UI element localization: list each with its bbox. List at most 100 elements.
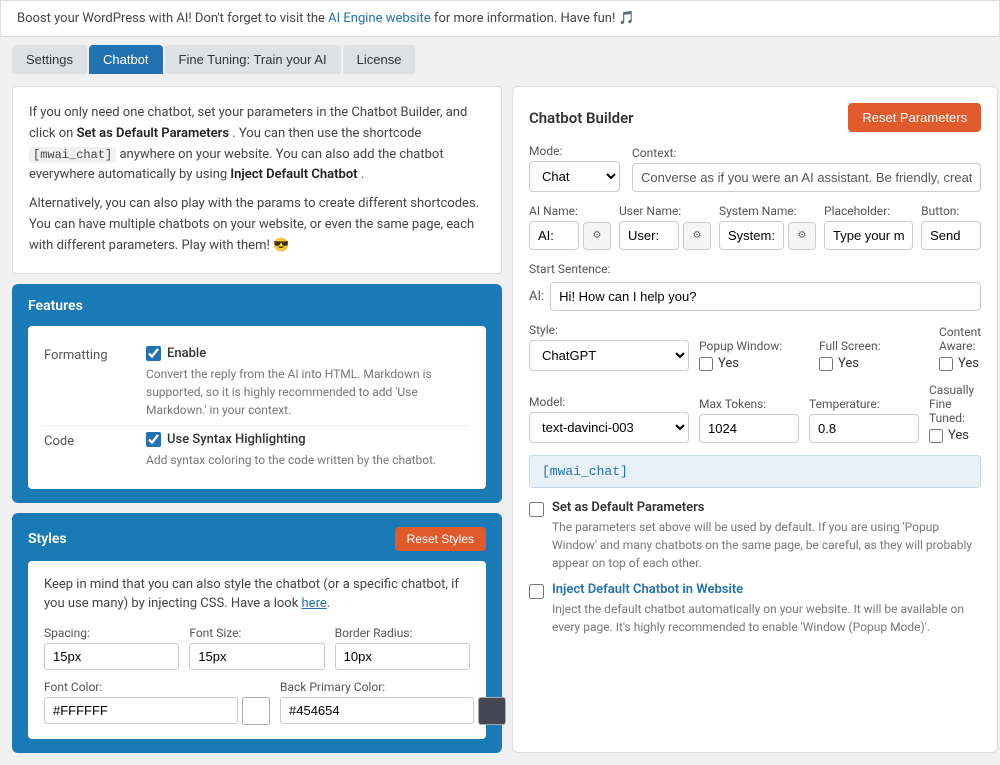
- tab-settings[interactable]: Settings: [12, 45, 87, 74]
- chatbot-builder-header: Chatbot Builder Reset Parameters: [529, 103, 981, 132]
- border-radius-input[interactable]: [335, 643, 470, 670]
- popup-window-row: Yes: [699, 356, 809, 371]
- back-primary-swatch[interactable]: [478, 697, 506, 725]
- placeholder-input[interactable]: [824, 221, 913, 250]
- content-aware-group: Content Aware: Yes: [939, 325, 981, 371]
- model-label: Model:: [529, 395, 689, 409]
- font-color-label: Font Color:: [44, 680, 270, 694]
- default-params-content: Set as Default Parameters The parameters…: [552, 500, 981, 572]
- banner-link[interactable]: AI Engine website: [328, 11, 431, 26]
- styles-inner: Keep in mind that you can also style the…: [28, 561, 486, 739]
- tab-license[interactable]: License: [343, 45, 416, 74]
- font-size-input[interactable]: [189, 643, 324, 670]
- model-select-wrapper: text-davinci-003: [529, 412, 689, 443]
- start-sentence-label: Start Sentence:: [529, 262, 981, 276]
- content-aware-label: Content Aware:: [939, 325, 981, 353]
- casually-fine-tuned-group: Casually Fine Tuned: Yes: [929, 383, 981, 443]
- ai-name-icon[interactable]: ⚙: [583, 222, 611, 250]
- context-group: Context:: [632, 146, 981, 192]
- code-checkbox[interactable]: [146, 432, 161, 447]
- code-row: Code Use Syntax Highlighting Add syntax …: [44, 426, 470, 475]
- tab-fine-tuning[interactable]: Fine Tuning: Train your AI: [165, 45, 341, 74]
- popup-window-checkbox[interactable]: [699, 357, 713, 371]
- inject-checkbox[interactable]: [529, 584, 544, 599]
- styles-link[interactable]: here: [302, 596, 327, 611]
- ai-name-label: AI Name:: [529, 204, 611, 218]
- info-text4: .: [361, 167, 364, 182]
- placeholder-group: Placeholder:: [824, 204, 913, 250]
- user-name-input[interactable]: [619, 221, 679, 250]
- casually-fine-tuned-row: Yes: [929, 428, 981, 443]
- back-primary-input[interactable]: [280, 697, 474, 724]
- shortcode-bar: [mwai_chat]: [529, 455, 981, 488]
- model-select[interactable]: text-davinci-003: [530, 413, 688, 442]
- font-color-input[interactable]: [44, 697, 238, 724]
- back-primary-label: Back Primary Color:: [280, 680, 506, 694]
- formatting-content: Enable Convert the reply from the AI int…: [146, 346, 470, 419]
- formatting-desc: Convert the reply from the AI into HTML.…: [146, 365, 470, 419]
- styles-grid: Spacing: Font Size: Border Radius:: [44, 626, 470, 670]
- banner-text2: for more information. Have fun! 🎵: [434, 11, 635, 26]
- button-input[interactable]: [921, 221, 981, 250]
- reset-params-button[interactable]: Reset Parameters: [848, 103, 981, 132]
- max-tokens-input[interactable]: [699, 414, 799, 443]
- placeholder-label: Placeholder:: [824, 204, 913, 218]
- info-code1: [mwai_chat]: [29, 147, 116, 163]
- temperature-label: Temperature:: [809, 397, 919, 411]
- font-size-label: Font Size:: [189, 626, 324, 640]
- style-select[interactable]: ChatGPT: [530, 341, 688, 370]
- inject-label: Inject Default Chatbot in Website: [552, 582, 981, 597]
- font-color-swatch[interactable]: [242, 697, 270, 725]
- system-name-input[interactable]: [719, 221, 784, 250]
- user-name-group: User Name: ⚙: [619, 204, 711, 250]
- content-aware-row: Yes: [939, 356, 981, 371]
- spacing-input[interactable]: [44, 643, 179, 670]
- info-text5: Alternatively, you can also play with th…: [29, 196, 479, 253]
- features-section: Features Formatting Enable Convert the r…: [12, 284, 502, 503]
- max-tokens-group: Max Tokens:: [699, 397, 799, 443]
- formatting-checkbox[interactable]: [146, 346, 161, 361]
- system-name-icon[interactable]: ⚙: [788, 222, 816, 250]
- temperature-input[interactable]: [809, 414, 919, 443]
- start-sentence-input[interactable]: [550, 282, 981, 311]
- style-label: Style:: [529, 323, 689, 337]
- ai-name-group: AI Name: ⚙: [529, 204, 611, 250]
- button-label: Button:: [921, 204, 981, 218]
- back-primary-group: Back Primary Color:: [280, 680, 506, 725]
- bottom-options: Set as Default Parameters The parameters…: [529, 500, 981, 636]
- tab-chatbot[interactable]: Chatbot: [89, 45, 163, 74]
- start-sentence-group: Start Sentence: AI:: [529, 262, 981, 311]
- info-bold2: Inject Default Chatbot: [230, 167, 357, 182]
- popup-window-group: Popup Window: Yes: [699, 339, 809, 371]
- names-row: AI Name: ⚙ User Name: ⚙ System Name: ⚙: [529, 204, 981, 250]
- mode-label: Mode:: [529, 144, 620, 158]
- code-content: Use Syntax Highlighting Add syntax color…: [146, 432, 470, 469]
- user-name-label: User Name:: [619, 204, 711, 218]
- full-screen-checkbox[interactable]: [819, 357, 833, 371]
- formatting-label: Formatting: [44, 346, 134, 363]
- mode-select[interactable]: Chat Assistant: [530, 162, 619, 191]
- formatting-checkbox-label: Enable: [167, 346, 206, 361]
- user-name-icon[interactable]: ⚙: [683, 222, 711, 250]
- default-params-row: Set as Default Parameters The parameters…: [529, 500, 981, 572]
- reset-styles-button[interactable]: Reset Styles: [395, 527, 486, 551]
- font-size-group: Font Size:: [189, 626, 324, 670]
- font-color-group: Font Color:: [44, 680, 270, 725]
- styles-title: Styles: [28, 531, 67, 547]
- mode-context-row: Mode: Chat Assistant Context:: [529, 144, 981, 192]
- context-input[interactable]: [632, 163, 981, 192]
- left-panel: If you only need one chatbot, set your p…: [12, 86, 502, 753]
- casually-fine-tuned-label: Casually Fine Tuned:: [929, 383, 981, 425]
- default-params-checkbox[interactable]: [529, 502, 544, 517]
- ai-name-input[interactable]: [529, 221, 579, 250]
- style-select-wrapper: ChatGPT: [529, 340, 689, 371]
- full-screen-group: Full Screen: Yes: [819, 339, 929, 371]
- casually-fine-tuned-checkbox[interactable]: [929, 429, 943, 443]
- spacing-label: Spacing:: [44, 626, 179, 640]
- chatbot-builder-title: Chatbot Builder: [529, 109, 634, 127]
- content-aware-checkbox[interactable]: [939, 357, 953, 371]
- full-screen-row: Yes: [819, 356, 929, 371]
- top-banner: Boost your WordPress with AI! Don't forg…: [0, 0, 1000, 37]
- casually-fine-tuned-text: Yes: [948, 428, 969, 443]
- inject-row: Inject Default Chatbot in Website Inject…: [529, 582, 981, 636]
